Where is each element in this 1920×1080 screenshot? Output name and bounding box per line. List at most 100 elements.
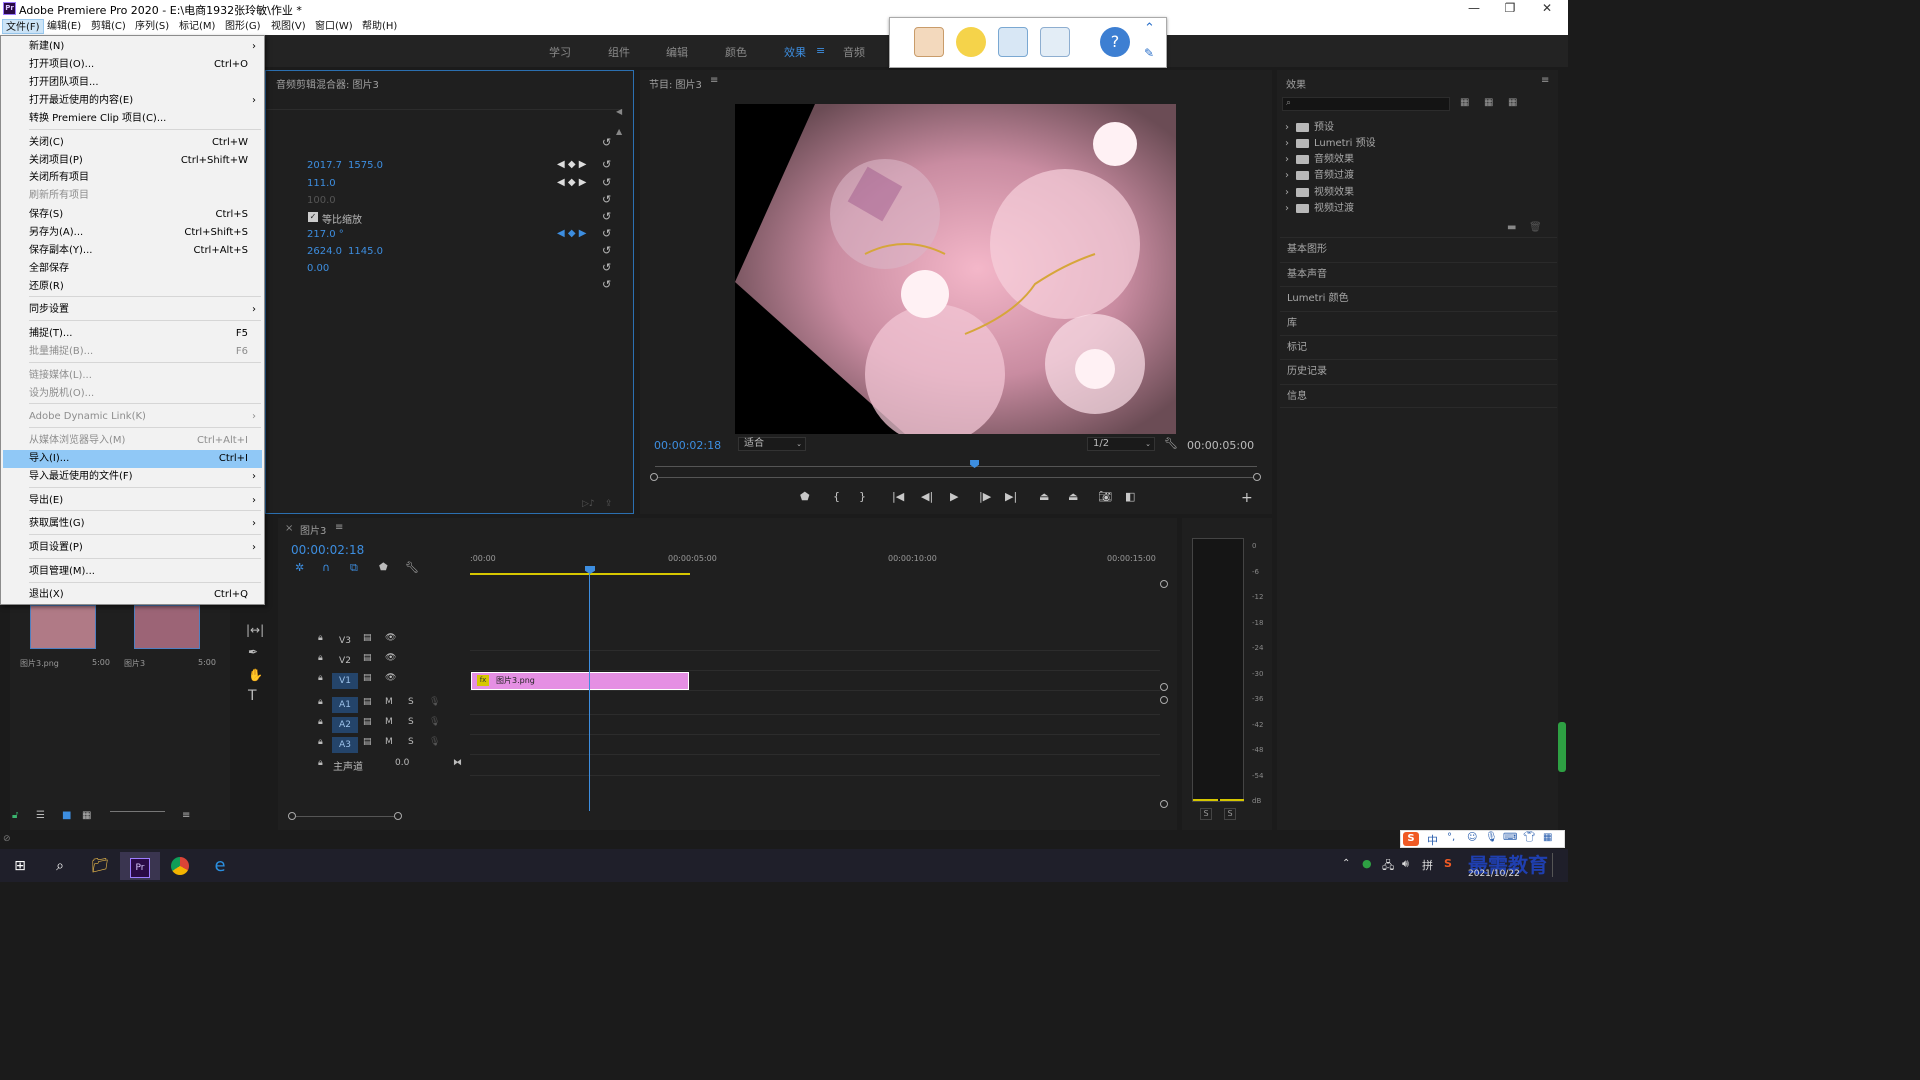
- icon-view-icon[interactable]: ■: [62, 810, 71, 821]
- delete-icon[interactable]: 🗑︎: [1529, 222, 1542, 233]
- workspace-assembly[interactable]: 组件: [608, 44, 630, 60]
- scrollbar-handle[interactable]: [1160, 696, 1168, 704]
- tray-app-icon[interactable]: ●: [1362, 857, 1372, 870]
- chrome-icon[interactable]: [160, 852, 200, 880]
- comment-icon[interactable]: [956, 27, 986, 57]
- menu-window[interactable]: 窗口(W): [312, 19, 356, 34]
- sync-lock-icon[interactable]: ▤: [363, 717, 372, 727]
- section-history[interactable]: 历史记录: [1280, 359, 1557, 383]
- project-thumbnail[interactable]: [30, 605, 96, 649]
- reset-icon[interactable]: ↺: [602, 194, 614, 206]
- eye-icon[interactable]: 👁︎: [385, 633, 396, 643]
- close-tab-icon[interactable]: ×: [285, 523, 293, 534]
- export-frame-camera-icon[interactable]: 📷︎: [1098, 490, 1112, 503]
- file-menu-item[interactable]: 项目设置(P) ›: [3, 539, 262, 557]
- master-volume[interactable]: 0.0: [395, 758, 409, 768]
- file-menu-item[interactable]: 另存为(A)... Ctrl+Shift+S: [3, 224, 262, 242]
- scrollbar-handle[interactable]: [1160, 800, 1168, 808]
- monitor-timecode[interactable]: 00:00:02:18: [654, 439, 721, 452]
- position-x[interactable]: 2017.7: [307, 160, 342, 171]
- expand-arrow-icon[interactable]: ◀: [616, 107, 622, 116]
- sync-lock-icon[interactable]: ▤: [363, 737, 372, 747]
- network-icon[interactable]: 🖧︎: [1382, 857, 1394, 876]
- solo-left-button[interactable]: S: [1200, 808, 1212, 820]
- sync-lock-icon[interactable]: ▤: [363, 653, 372, 663]
- menu-clip[interactable]: 剪辑(C): [88, 19, 129, 34]
- go-to-in-icon[interactable]: |◀: [892, 490, 904, 503]
- file-menu-item[interactable]: 关闭项目(P) Ctrl+Shift+W: [3, 152, 262, 170]
- workspace-effects[interactable]: 效果: [784, 44, 806, 60]
- scrollbar-handle[interactable]: [1253, 473, 1261, 481]
- menu-view[interactable]: 视图(V): [268, 19, 309, 34]
- solo-button[interactable]: S: [408, 737, 414, 747]
- file-menu-item[interactable]: 打开项目(O)... Ctrl+O: [3, 56, 262, 74]
- sogou-logo-icon[interactable]: S: [1403, 832, 1419, 846]
- lock-icon[interactable]: 🔒︎: [318, 697, 323, 707]
- pen-tool-icon[interactable]: ✒: [248, 645, 258, 659]
- new-bin-icon[interactable]: ▬: [1507, 222, 1516, 233]
- scrollbar-handle[interactable]: [650, 473, 658, 481]
- effect-folder[interactable]: › 视频效果: [1285, 183, 1354, 198]
- slip-tool-icon[interactable]: |↔|: [246, 623, 264, 637]
- zoom-slider[interactable]: [110, 811, 165, 812]
- linked-selection-icon[interactable]: ⧉: [350, 561, 358, 575]
- microphone-icon[interactable]: 🎙︎: [429, 717, 440, 727]
- solo-right-button[interactable]: S: [1224, 808, 1236, 820]
- solo-button[interactable]: S: [408, 717, 414, 727]
- track-master[interactable]: [470, 756, 1160, 776]
- ime-mode[interactable]: 中: [1427, 832, 1438, 848]
- track-label[interactable]: V3: [332, 633, 358, 649]
- microphone-icon[interactable]: 🎙︎: [429, 697, 440, 707]
- reset-icon[interactable]: ↺: [602, 159, 614, 171]
- timeline-timecode[interactable]: 00:00:02:18: [291, 543, 364, 557]
- mute-button[interactable]: M: [385, 697, 393, 707]
- punctuation-icon[interactable]: °,: [1447, 832, 1455, 843]
- effect-folder[interactable]: › 音频过渡: [1285, 166, 1354, 181]
- settings-wrench-icon[interactable]: 🔧︎: [1164, 437, 1178, 450]
- play-icon[interactable]: ▶: [950, 490, 958, 503]
- monitor-title[interactable]: 节目: 图片3: [649, 76, 702, 91]
- lock-icon[interactable]: 🔒︎: [318, 633, 323, 643]
- reset-icon[interactable]: ↺: [602, 228, 614, 240]
- lock-icon[interactable]: 🔒︎: [318, 653, 323, 663]
- add-button-icon[interactable]: +: [1241, 490, 1253, 506]
- add-marker-icon[interactable]: ⬟: [379, 562, 388, 573]
- file-menu-item[interactable]: 获取属性(G) ›: [3, 515, 262, 533]
- file-menu-item[interactable]: 关闭(C) Ctrl+W: [3, 134, 262, 152]
- sort-icon[interactable]: ≡: [182, 810, 190, 821]
- pin-icon[interactable]: ✎: [1144, 46, 1154, 60]
- track-label[interactable]: V1: [332, 673, 358, 689]
- lock-icon[interactable]: 🔒︎: [318, 717, 323, 727]
- track-a3[interactable]: [470, 735, 1160, 755]
- workspace-editing[interactable]: 编辑: [666, 44, 688, 60]
- section-libraries[interactable]: 库: [1280, 311, 1557, 335]
- antiflicker-value[interactable]: 0.00: [307, 263, 329, 274]
- emoji-icon[interactable]: ☺: [1467, 832, 1477, 843]
- comparison-view-icon[interactable]: ◧: [1125, 490, 1135, 503]
- workspace-learn[interactable]: 学习: [549, 44, 571, 60]
- file-menu-item[interactable]: 捕捉(T)... F5: [3, 325, 262, 343]
- lock-icon[interactable]: 🔒︎: [318, 758, 323, 768]
- skin-icon[interactable]: 👕︎: [1523, 832, 1536, 843]
- panel-menu-icon[interactable]: ≡: [710, 75, 718, 86]
- effect-folder[interactable]: › 音频效果: [1285, 150, 1354, 165]
- sync-lock-icon[interactable]: ▤: [363, 697, 372, 707]
- sync-lock-icon[interactable]: ▤: [363, 673, 372, 683]
- track-label[interactable]: V2: [332, 653, 358, 669]
- reset-icon[interactable]: ↺: [602, 137, 614, 149]
- mute-button[interactable]: M: [385, 717, 393, 727]
- windows-start-icon[interactable]: ⊞: [0, 852, 40, 880]
- sync-lock-icon[interactable]: ▤: [363, 633, 372, 643]
- file-menu-item[interactable]: 打开团队项目...: [3, 74, 262, 92]
- track-v2[interactable]: [470, 651, 1160, 671]
- nest-icon[interactable]: ✲: [295, 561, 304, 574]
- go-to-out-icon[interactable]: ▶|: [1005, 490, 1017, 503]
- file-menu-item[interactable]: 导入最近使用的文件(F) ›: [3, 468, 262, 486]
- file-menu-item[interactable]: 导出(E) ›: [3, 492, 262, 510]
- monitor-scrubber[interactable]: [650, 460, 1262, 482]
- file-menu-item[interactable]: 还原(R): [3, 278, 262, 296]
- keyframe-nav-icon[interactable]: ◀ ◆ ▶: [557, 177, 586, 188]
- voice-icon[interactable]: 🎙︎: [1485, 832, 1498, 843]
- effects-title[interactable]: 效果: [1286, 76, 1306, 91]
- reset-icon[interactable]: ↺: [602, 262, 614, 274]
